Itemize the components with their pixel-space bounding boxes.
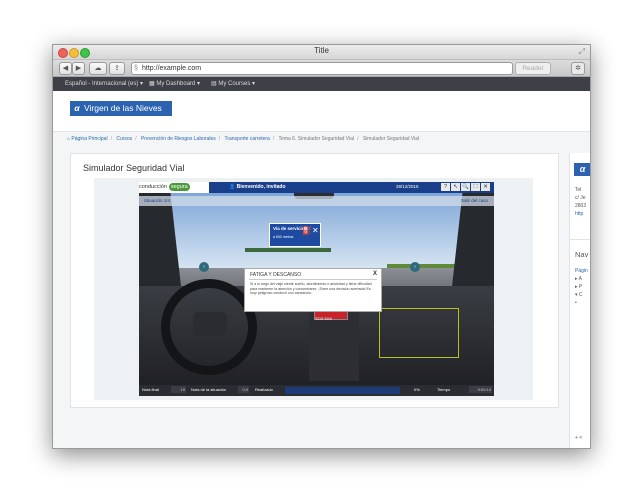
settings-button[interactable]: ✲: [571, 62, 585, 75]
right-sidebar: α Tel c/ Je 2803 http Nav Págin ▸ A ▸ P …: [569, 153, 590, 448]
logo-mark-icon: α: [74, 103, 80, 113]
simulator-view[interactable]: Vía de servicio a 600 metros ⛽✕ conducci…: [139, 182, 494, 396]
cursor-icon[interactable]: ↖: [451, 183, 460, 191]
road-sign: Vía de servicio a 600 metros ⛽✕: [269, 223, 321, 247]
nav-item-sub[interactable]: •: [575, 300, 577, 306]
sim-date: 28/12/2015: [396, 184, 419, 189]
road-sign-title: Vía de servicio: [273, 226, 305, 231]
back-arrow-icon: ◀: [62, 65, 69, 72]
info-dialog: FATIGA Y DESCANSO X Si a lo largo del vi…: [244, 268, 382, 312]
help-icon[interactable]: ?: [441, 183, 450, 191]
site-navbar: Español - Internacional (es) ▾ ▦ My Dash…: [53, 77, 590, 91]
language-menu[interactable]: Español - Internacional (es) ▾: [65, 80, 143, 87]
breadcrumb-prevencion[interactable]: Prevención de Riesgos Laborales: [141, 136, 216, 142]
situation-bar: [139, 196, 494, 206]
nav-item-home[interactable]: Págin: [575, 268, 588, 274]
breadcrumb-courses[interactable]: Cursos: [116, 136, 132, 142]
cloud-icon: ☁: [94, 65, 102, 72]
look-left-button[interactable]: ‹: [199, 262, 209, 272]
page-title: Simulador Seguridad Vial: [83, 163, 185, 173]
realizado-label: Realizado: [255, 387, 273, 392]
contact-address: c/ Je: [575, 195, 586, 201]
score-bar: Nota final 10 Nota de la situación 0.0 R…: [139, 385, 494, 396]
cloud-button[interactable]: ☁: [89, 62, 107, 75]
tiempo-label: Tiempo: [437, 387, 451, 392]
simulator-header: conducción segura 👤 Bienvenido, invitado …: [139, 182, 494, 193]
back-button[interactable]: ◀: [59, 62, 72, 75]
breadcrumb-home[interactable]: Página Principal: [71, 136, 107, 142]
nav-item-p[interactable]: ▸ P: [575, 284, 582, 290]
url-text: http://example.com: [142, 65, 202, 72]
breadcrumb-transporte[interactable]: Transporte carretera: [224, 136, 269, 142]
nav-item-c[interactable]: ▾ C: [575, 292, 583, 298]
sim-toolbar: ? ↖ 🔍 ⛶ ✕: [440, 183, 490, 191]
chevron-right-icon: ›: [414, 264, 416, 270]
site-logo[interactable]: α Virgen de las Nieves: [70, 101, 172, 116]
steering-hub: [193, 312, 227, 336]
address-bar[interactable]: § http://example.com: [131, 62, 513, 75]
progress-bar: [285, 387, 400, 394]
dialog-title: FATIGA Y DESCANSO: [250, 272, 302, 278]
share-icon: ⇪: [114, 65, 120, 72]
exit-case-button[interactable]: Salir del caso: [461, 198, 488, 203]
fullscreen-sim-icon[interactable]: ⛶: [471, 183, 480, 191]
fullscreen-icon[interactable]: ⤢: [579, 47, 585, 57]
welcome-text: 👤 Bienvenido, invitado: [229, 184, 286, 190]
forward-arrow-icon: ▶: [75, 65, 82, 72]
content-panel: Simulador Seguridad Vial Vía de servicio…: [70, 153, 559, 408]
breadcrumb: ⌂ Página Principal / Cursos / Prevención d…: [67, 136, 420, 142]
forward-button[interactable]: ▶: [72, 62, 85, 75]
service-station-icon: ⛽✕: [302, 226, 319, 235]
nota-situacion-label: Nota de la situación: [191, 387, 227, 392]
breadcrumb-current: Simulador Seguridad Vial: [362, 136, 420, 142]
window-title: Title: [314, 46, 329, 55]
site-header: α Virgen de las Nieves: [53, 91, 590, 132]
breadcrumb-tema[interactable]: Tema 6. Simulador Seguridad Vial: [279, 136, 355, 142]
nota-final-value: 10: [171, 386, 186, 393]
situation-indicator: Situación 1/4: [144, 198, 171, 203]
sidebar-divider: [570, 239, 590, 240]
dashboard-icon: ▦: [149, 81, 155, 87]
sidebar-dock-icon[interactable]: + <: [575, 435, 582, 441]
contact-zip: 2803: [575, 203, 587, 209]
reader-button[interactable]: Reader: [515, 62, 551, 75]
nota-final-label: Nota final: [142, 387, 159, 392]
chevron-left-icon: ‹: [203, 264, 205, 270]
glovebox-highlight[interactable]: [379, 308, 459, 358]
user-icon: 👤: [229, 184, 236, 190]
url-link-icon: §: [134, 65, 138, 72]
tiempo-value: 0:00:14: [469, 386, 492, 393]
close-sim-icon[interactable]: ✕: [481, 183, 490, 191]
gear-icon: ✲: [575, 65, 581, 72]
sign-gantry: [245, 248, 331, 252]
sidebar-logo-icon: α: [574, 163, 590, 176]
dialog-divider: [249, 279, 377, 280]
browser-window: Title ⤢ ◀ ▶ ☁ ⇪ § http://example.com Rea…: [52, 44, 591, 449]
home-icon: ⌂: [67, 136, 71, 142]
dialog-close-button[interactable]: X: [373, 271, 377, 277]
road-sign-subtitle: a 600 metros: [273, 235, 294, 239]
contact-tel: Tel: [575, 187, 582, 193]
contact-link[interactable]: http: [575, 211, 583, 217]
title-bar: Title ⤢: [53, 45, 590, 60]
dialog-body: Si a lo largo del viaje siente sueño, at…: [250, 282, 372, 295]
progress-percent: 0%: [414, 387, 420, 392]
navigation-heading: Nav: [575, 250, 589, 259]
share-button[interactable]: ⇪: [109, 62, 125, 75]
nav-item-a[interactable]: ▸ A: [575, 276, 582, 282]
zoom-icon[interactable]: 🔍: [461, 183, 470, 191]
brand-logo: conducción segura: [139, 182, 209, 193]
courses-icon: ▤: [211, 81, 217, 87]
browser-toolbar: ◀ ▶ ☁ ⇪ § http://example.com Reader ✲: [53, 60, 590, 77]
nota-situacion-value: 0.0: [238, 386, 249, 393]
courses-menu[interactable]: ▤ My Courses ▾: [211, 80, 255, 87]
dashboard-menu[interactable]: ▦ My Dashboard ▾: [149, 80, 200, 87]
look-right-button[interactable]: ›: [410, 262, 420, 272]
simulator-frame: Vía de servicio a 600 metros ⛽✕ conducci…: [94, 178, 533, 400]
